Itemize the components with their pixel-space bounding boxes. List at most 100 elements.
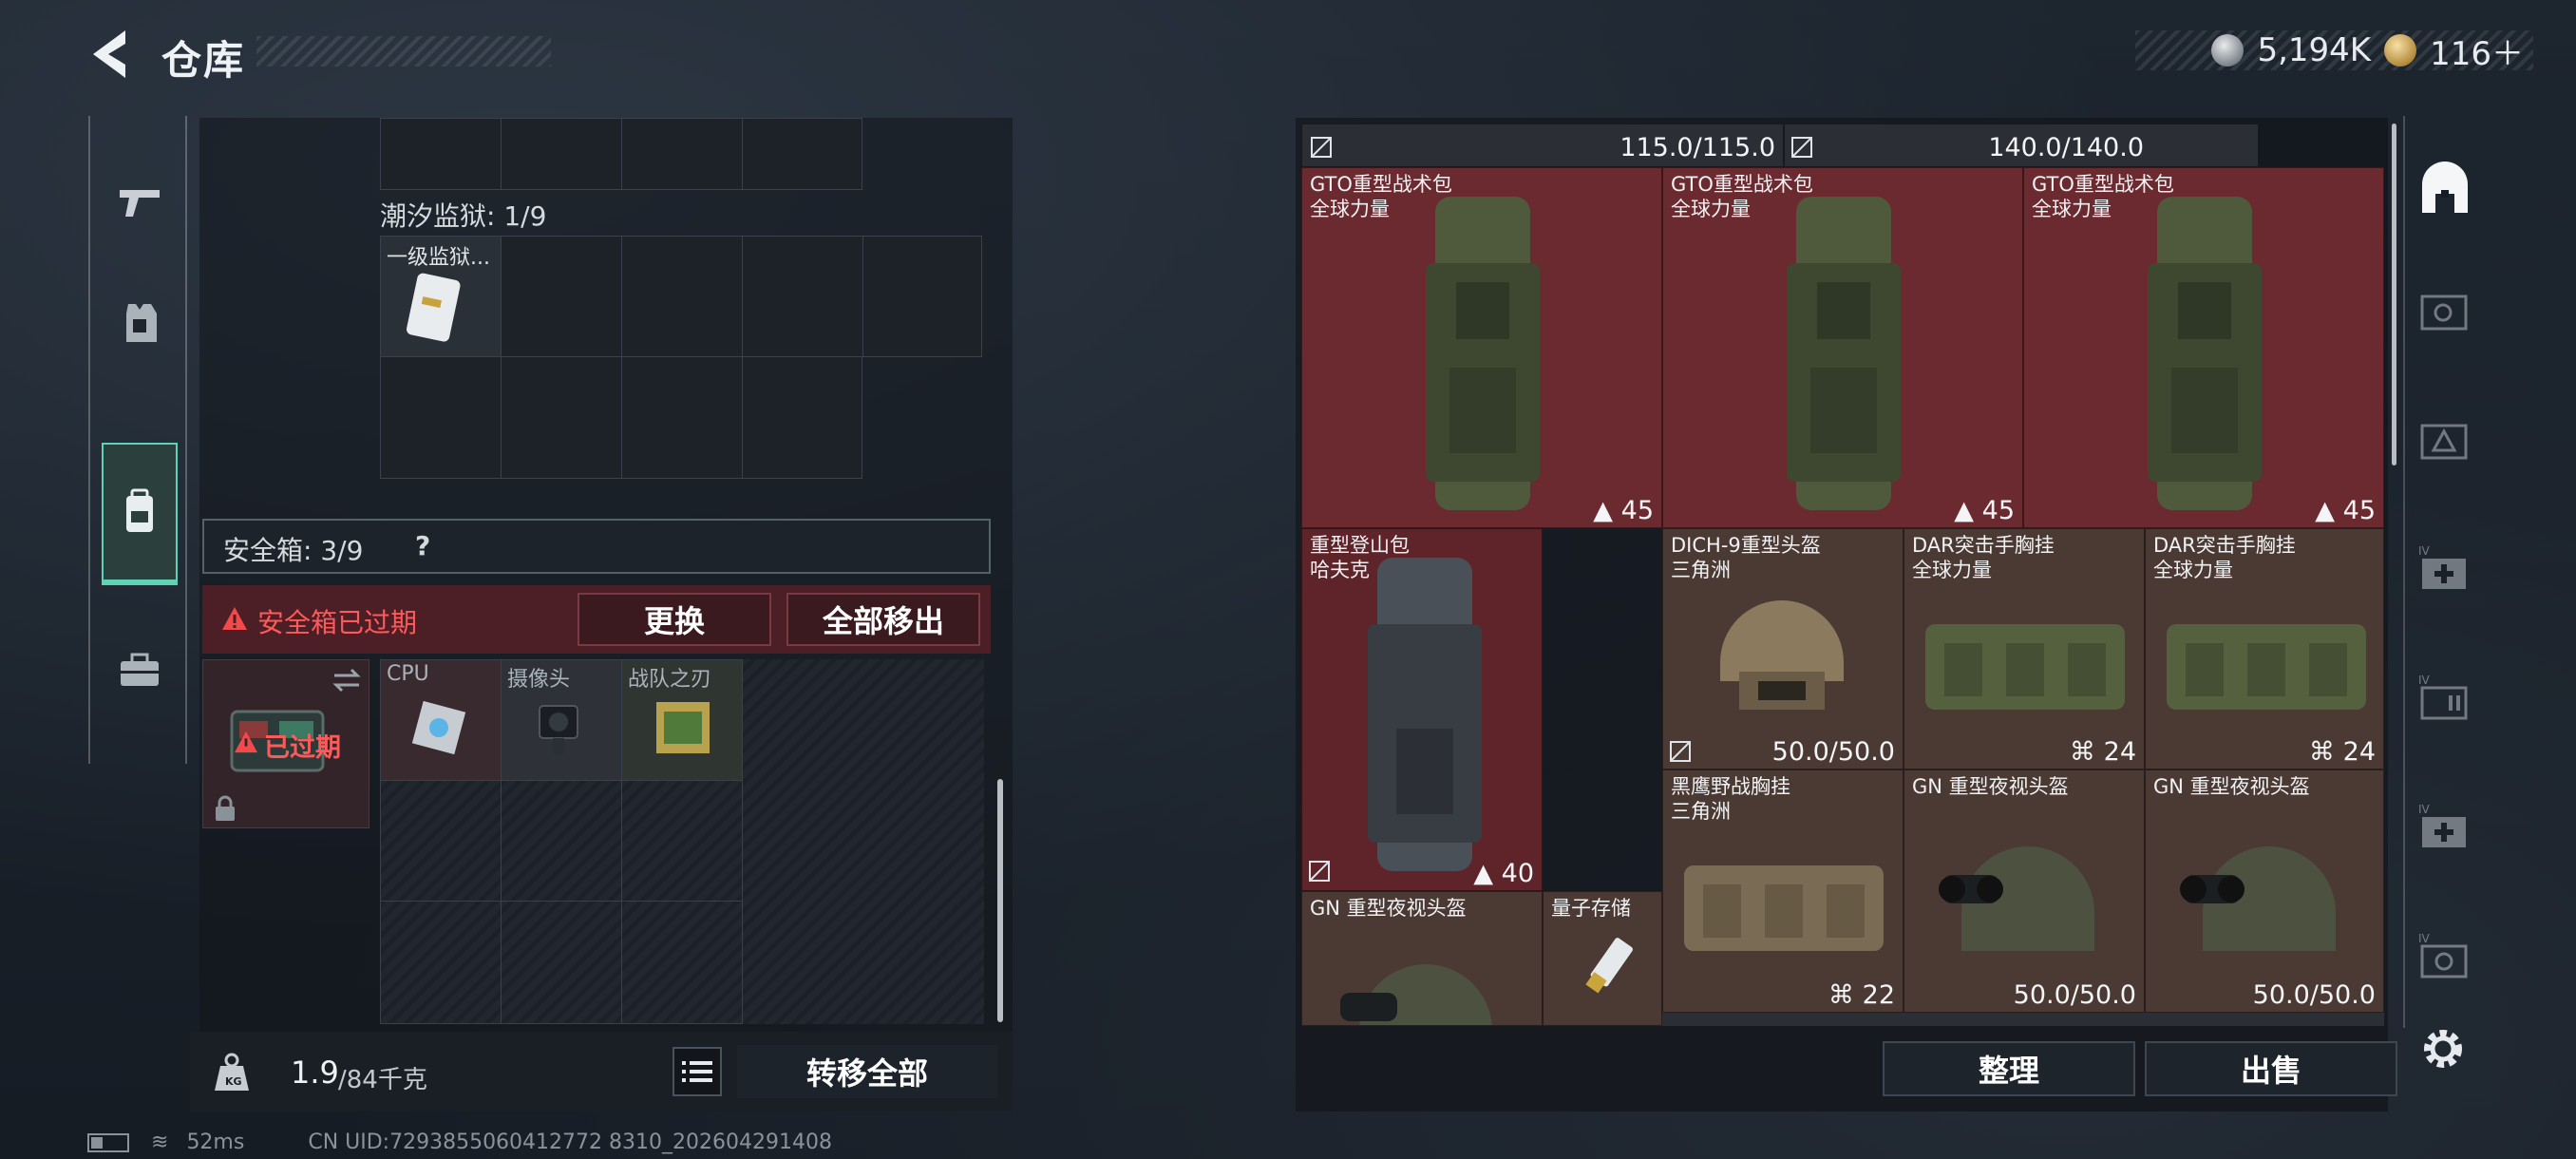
item-gto-backpack[interactable]: GTO重型战术包 全球力量 ▲ 45 — [2023, 167, 2384, 528]
item-quantum-storage[interactable]: 量子存储 — [1543, 891, 1662, 1026]
item-durability: 140.0/140.0 — [1988, 133, 2144, 162]
backpack-icon — [1368, 558, 1482, 871]
right-scrollbar[interactable] — [2392, 124, 2396, 466]
prison-item-name: 一级监狱... — [387, 246, 490, 270]
swap-icon[interactable] — [331, 666, 363, 694]
camera-icon — [539, 705, 578, 755]
gear-case-icon — [2420, 424, 2468, 460]
storage-home-icon — [2422, 162, 2468, 213]
left-sidebar — [88, 116, 187, 764]
slot-label: 摄像头 — [507, 668, 571, 692]
slot-cpu[interactable]: CPU — [380, 659, 502, 781]
usb-drive-icon — [1585, 938, 1633, 994]
cpu-icon — [411, 700, 466, 755]
wifi-icon: ≋ — [151, 1130, 169, 1154]
safe-box-grid: CPU 摄像头 战队之刃 — [380, 659, 984, 1024]
item-durability: 50.0/50.0 — [1771, 737, 1895, 767]
game-box-icon — [656, 702, 710, 753]
item-name: DICH-9重型头盔 三角洲 — [1671, 534, 1821, 581]
settings-button[interactable] — [2416, 1022, 2470, 1075]
prison-item-slot[interactable]: 一级监狱... — [380, 236, 502, 357]
item-name: 量子存储 — [1551, 897, 1631, 920]
item-gn-nv-helmet[interactable]: GN 重型夜视头盔 50.0/50.0 — [1904, 770, 2145, 1013]
item-name: DAR突击手胸挂 全球力量 — [1912, 534, 2055, 581]
item-dich9-helmet[interactable]: DICH-9重型头盔 三角洲 50.0/50.0 — [1662, 528, 1904, 770]
sidebar-item-weapon[interactable] — [100, 162, 180, 241]
next-row-peek — [1662, 1013, 2384, 1026]
item-gn-nv-helmet[interactable]: GN 重型夜视头盔 50.0/50.0 — [2145, 770, 2384, 1013]
silver-coin-icon — [2211, 34, 2245, 66]
no-insure-icon — [1791, 137, 1812, 158]
left-scrollbar[interactable] — [997, 779, 1003, 1022]
item-capacity: ▲ 45 — [1593, 496, 1654, 525]
backpack-icon — [1787, 197, 1901, 510]
nav-gear-case[interactable] — [2416, 412, 2473, 469]
expired-badge: 已过期 — [264, 733, 341, 763]
medical-case-icon: IV — [2418, 544, 2466, 589]
nv-helmet-icon — [2180, 846, 2336, 951]
slot-team-blade[interactable]: 战队之刃 — [621, 659, 743, 781]
key-case-icon: IV — [2418, 932, 2468, 978]
item-blackhawk-chest-rig[interactable]: 黑鹰野战胸挂 三角洲 ⌘ 22 — [1662, 770, 1904, 1013]
silver-amount: 5,194K — [2257, 31, 2372, 69]
item-gn-nv-helmet[interactable]: GN 重型夜视头盔 — [1301, 891, 1543, 1026]
nav-storage-home[interactable] — [2416, 162, 2473, 218]
safe-box-item[interactable]: 已过期 — [202, 659, 369, 828]
sidebar-item-armor[interactable] — [100, 283, 180, 363]
svg-text:IV: IV — [2418, 544, 2431, 558]
item-dar-chest-rig[interactable]: DAR突击手胸挂 全球力量 ⌘ 24 — [2145, 528, 2384, 770]
item-dar-chest-rig[interactable]: DAR突击手胸挂 全球力量 ⌘ 24 — [1904, 528, 2145, 770]
nav-medical-case[interactable]: IV — [2416, 542, 2473, 598]
sell-button[interactable]: 出售 — [2145, 1041, 2397, 1096]
slot-label: CPU — [387, 662, 429, 686]
help-icon[interactable]: ? — [415, 530, 430, 561]
weight-bar: KG 1.9 /84千克 转移全部 — [190, 1032, 1013, 1112]
previous-container-grid — [380, 118, 862, 190]
backpack-icon — [2148, 197, 2262, 510]
svg-text:IV: IV — [2418, 803, 2431, 816]
weight-max: /84千克 — [338, 1066, 427, 1094]
move-all-out-button[interactable]: 全部移出 — [786, 593, 980, 646]
item-name: GN 重型夜视头盔 — [2153, 775, 2310, 798]
slot-camera[interactable]: 摄像头 — [501, 659, 622, 781]
item-durability: 50.0/50.0 — [2252, 980, 2376, 1010]
page-title: 仓库 — [161, 37, 246, 84]
toolbox-icon — [121, 653, 159, 686]
chest-rig-icon — [1925, 624, 2125, 710]
nav-key-case[interactable]: IV — [2416, 929, 2473, 986]
back-button[interactable] — [87, 27, 135, 82]
item-capacity: ⌘ 22 — [1828, 980, 1895, 1010]
item-durability: 115.0/115.0 — [1619, 133, 1775, 162]
transfer-all-button[interactable]: 转移全部 — [737, 1045, 997, 1098]
chest-rig-icon — [2167, 624, 2366, 710]
backpack-icon — [126, 488, 153, 532]
sort-button[interactable]: 整理 — [1883, 1041, 2135, 1096]
prison-container-label: 潮汐监狱: 1/9 — [380, 200, 547, 232]
list-view-button[interactable] — [672, 1047, 722, 1096]
list-icon — [682, 1061, 712, 1082]
nav-ammo-case[interactable]: IV — [2416, 671, 2473, 728]
gold-amount[interactable]: 116＋ — [2430, 28, 2524, 74]
item-capacity: ⌘ 24 — [2070, 737, 2136, 767]
nav-weapon-case[interactable] — [2416, 283, 2473, 340]
nav-supply-case[interactable]: IV — [2416, 800, 2473, 857]
keycard-icon — [407, 273, 461, 342]
item-name: DAR突击手胸挂 全球力量 — [2153, 534, 2296, 581]
right-category-nav: IV IV IV IV — [2403, 116, 2481, 1028]
replace-button[interactable]: 更换 — [578, 593, 771, 646]
item-gto-backpack[interactable]: GTO重型战术包 全球力量 ▲ 45 — [1662, 167, 2023, 528]
item-partial-2[interactable]: 140.0/140.0 — [1784, 124, 2259, 167]
item-gto-backpack[interactable]: GTO重型战术包 全球力量 ▲ 45 — [1301, 167, 1662, 528]
uid-text: CN UID:7293855060412772 8310_20260429140… — [308, 1130, 832, 1154]
safe-box-header: 安全箱: 3/9 ? — [202, 519, 991, 574]
sidebar-item-backpack[interactable] — [102, 443, 178, 585]
lock-icon — [216, 795, 235, 821]
sidebar-item-toolbox[interactable] — [100, 631, 180, 711]
gold-coin-icon — [2384, 34, 2417, 66]
item-heavy-mountain-pack[interactable]: 重型登山包 哈夫克 ▲ 40 — [1301, 528, 1543, 891]
svg-text:IV: IV — [2418, 932, 2431, 945]
weapon-case-icon — [2420, 294, 2468, 331]
item-partial-1[interactable]: 115.0/115.0 — [1301, 124, 1784, 167]
ammo-case-icon: IV — [2418, 674, 2468, 720]
ping-value: 52ms — [186, 1130, 245, 1154]
